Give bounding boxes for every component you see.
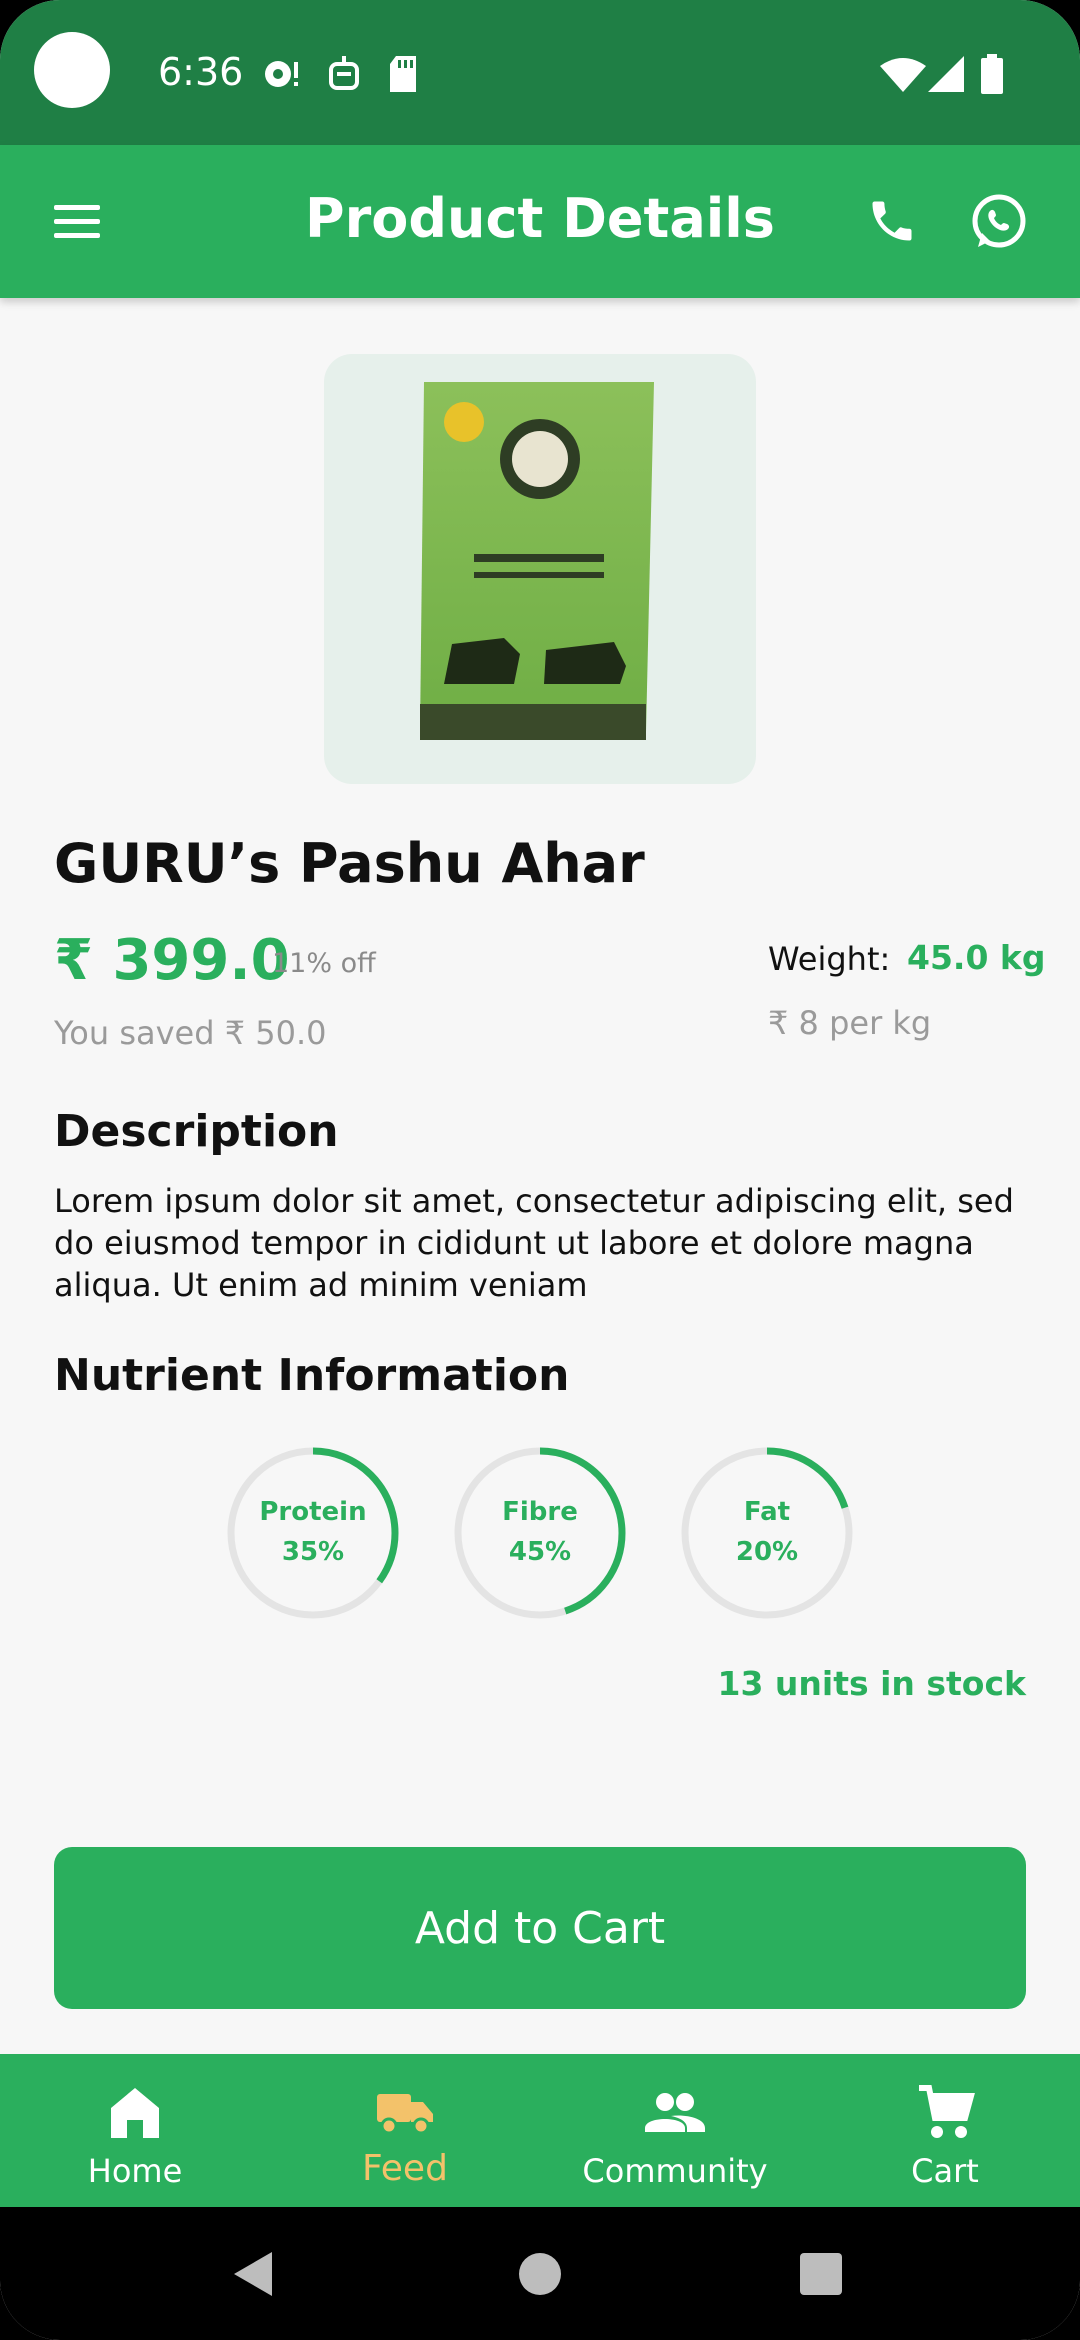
- nutrient-ring-fat: Fat 20%: [680, 1446, 854, 1620]
- discount-badge: 11% off: [272, 948, 376, 979]
- system-nav-bar: [0, 2207, 1080, 2340]
- add-to-cart-button[interactable]: Add to Cart: [54, 1847, 1026, 2009]
- app-bar: Product Details: [0, 145, 1080, 298]
- robot-icon: [329, 56, 359, 90]
- bottom-nav: Home Feed Community Cart: [0, 2054, 1080, 2207]
- camera-cutout: [34, 32, 110, 108]
- feed-bag-image: [420, 382, 654, 740]
- cart-icon: [919, 2085, 975, 2138]
- sd-card-icon: [390, 56, 416, 92]
- screen: 6:36 Product Details GURU’s Pashu Ahar ₹…: [0, 0, 1080, 2340]
- nav-label-community: Community: [582, 2152, 768, 2190]
- home-circle-icon[interactable]: [518, 2252, 562, 2296]
- nav-item-cart[interactable]: Cart: [810, 2054, 1080, 2207]
- page-title: Product Details: [305, 187, 775, 250]
- weight-value: 45.0 kg: [907, 938, 1046, 977]
- product-price: ₹ 399.0: [54, 928, 290, 993]
- nutrient-name: Protein: [259, 1497, 367, 1527]
- weight-label: Weight:: [768, 940, 891, 978]
- nav-label-home: Home: [87, 2152, 183, 2190]
- truck-icon: [377, 2094, 433, 2135]
- nutrient-value: 35%: [281, 1537, 345, 1567]
- status-bar: 6:36: [0, 0, 1080, 145]
- stock-count: 13 units in stock: [717, 1664, 1026, 1703]
- back-icon[interactable]: [234, 2252, 274, 2296]
- battery-icon: [981, 54, 1003, 94]
- phone-icon[interactable]: [866, 195, 918, 247]
- wifi-icon: [880, 58, 926, 92]
- nutrient-name: Fibre: [502, 1497, 578, 1527]
- product-image: [324, 354, 756, 784]
- status-time: 6:36: [158, 50, 244, 94]
- product-name: GURU’s Pashu Ahar: [54, 832, 645, 895]
- notification-icon: [265, 61, 298, 87]
- price-per-kg: ₹ 8 per kg: [768, 1004, 932, 1042]
- nutrient-ring-protein: Protein 35%: [226, 1446, 400, 1620]
- nutrient-heading: Nutrient Information: [54, 1350, 570, 1401]
- nutrient-ring-fibre: Fibre 45%: [453, 1446, 627, 1620]
- description-text: Lorem ipsum dolor sit amet, consectetur …: [54, 1182, 1014, 1304]
- nav-item-community[interactable]: Community: [540, 2054, 810, 2207]
- nav-label-feed: Feed: [362, 2148, 448, 2189]
- nav-label-cart: Cart: [911, 2152, 979, 2190]
- nutrient-value: 45%: [508, 1537, 572, 1567]
- recents-icon[interactable]: [800, 2253, 842, 2295]
- nutrient-value: 20%: [735, 1537, 799, 1567]
- whatsapp-icon[interactable]: [970, 193, 1028, 251]
- people-icon: [645, 2093, 705, 2132]
- nav-item-home[interactable]: Home: [0, 2054, 270, 2207]
- description-heading: Description: [54, 1106, 339, 1157]
- saved-amount: You saved ₹ 50.0: [54, 1014, 327, 1052]
- home-icon: [111, 2088, 159, 2138]
- nav-item-feed[interactable]: Feed: [270, 2054, 540, 2207]
- nutrient-name: Fat: [743, 1497, 791, 1527]
- signal-icon: [928, 56, 964, 92]
